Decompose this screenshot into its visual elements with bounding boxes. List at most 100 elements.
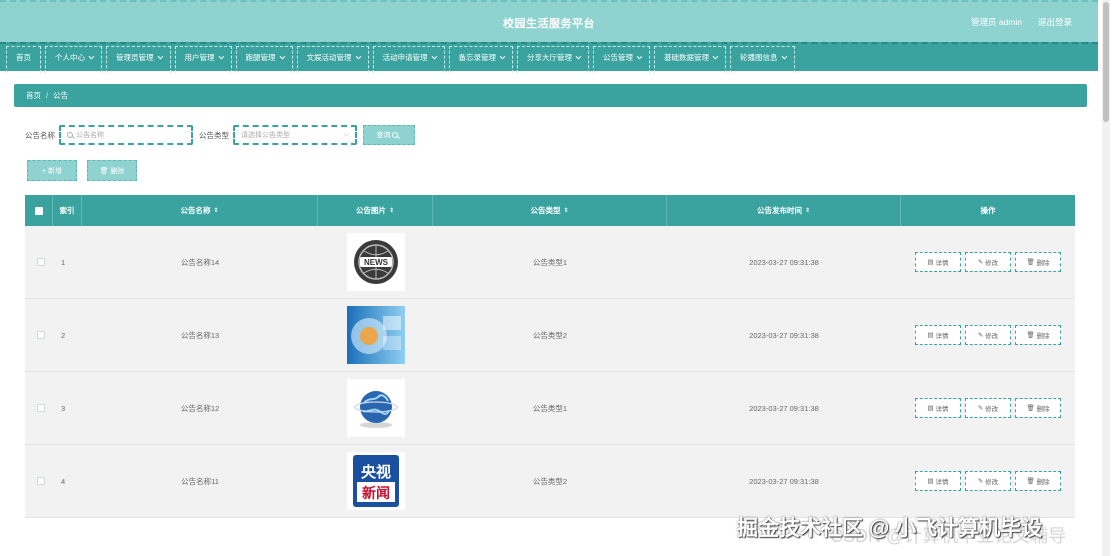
name-filter-label: 公告名称 [25, 130, 55, 140]
delete-button-label: 删除 [1036, 479, 1050, 486]
delete-button-label: 删除 [1036, 260, 1050, 267]
nav-item-label: 分享大厅管理 [527, 53, 572, 62]
row-type: 公告类型1 [532, 403, 568, 413]
row-checkbox[interactable] [37, 331, 45, 339]
edit-button-label: 修改 [985, 479, 999, 486]
col-image[interactable]: 公告图片 ⇕ [318, 195, 433, 226]
delete-button-label: 删除 [1036, 333, 1050, 340]
query-button-label: 查询 [376, 132, 391, 139]
detail-button[interactable]: ▤ 详情 [915, 325, 961, 345]
edit-button-label: 修改 [985, 260, 999, 267]
col-time-label: 公告发布时间 [756, 206, 802, 215]
nav-item[interactable]: 公告管理 [593, 46, 650, 73]
chevron-down-icon [355, 53, 361, 60]
add-button[interactable]: + 新增 [27, 160, 77, 181]
row-select-cell [25, 372, 53, 444]
row-index: 4 [61, 476, 66, 486]
bulk-delete-button[interactable]: 🗑 删除 [87, 160, 137, 181]
delete-button[interactable]: 🗑 删除 [1015, 471, 1061, 491]
chevron-down-icon [218, 53, 224, 60]
detail-button[interactable]: ▤ 详情 [915, 252, 961, 272]
nav-item-label: 备忘录管理 [458, 53, 497, 62]
pencil-icon: ✎ [977, 478, 984, 485]
breadcrumb-current: 公告 [53, 91, 69, 100]
blue-abstract-image [346, 306, 405, 364]
nav-item-label: 活动申请管理 [382, 53, 428, 62]
row-checkbox[interactable] [37, 258, 45, 266]
col-name-label: 公告名称 [180, 206, 211, 215]
col-time[interactable]: 公告发布时间 ⇕ [667, 195, 901, 226]
row-time: 2023-03-27 09:31:38 [749, 330, 819, 340]
edit-button[interactable]: ✎ 修改 [965, 398, 1011, 418]
row-operations: ▤ 详情 ✎ 修改 🗑 删除 [901, 372, 1075, 444]
row-select-cell [25, 299, 53, 371]
edit-button[interactable]: ✎ 修改 [965, 325, 1011, 345]
edit-button-label: 修改 [985, 406, 999, 413]
nav-item-label: 跑腿管理 [245, 53, 276, 62]
col-type[interactable]: 公告类型 ⇕ [433, 195, 667, 226]
delete-button[interactable]: 🗑 删除 [1015, 252, 1061, 272]
nav-item[interactable]: 跑腿管理 [235, 46, 293, 73]
row-time: 2023-03-27 09:31:38 [749, 403, 819, 413]
pencil-icon: ✎ [977, 332, 984, 339]
sort-icon: ⇕ [388, 208, 395, 214]
chevron-down-icon [712, 53, 719, 60]
nav-item[interactable]: 管理员管理 [106, 46, 171, 73]
detail-button[interactable]: ▤ 详情 [915, 398, 961, 418]
detail-button[interactable]: ▤ 详情 [915, 471, 961, 491]
nav-item[interactable]: 备忘录管理 [448, 46, 513, 73]
chevron-down-icon [88, 53, 95, 60]
delete-button[interactable]: 🗑 删除 [1015, 325, 1061, 345]
row-operations: ▤ 详情 ✎ 修改 🗑 删除 [901, 226, 1075, 298]
nav-item-label: 轮播图信息 [740, 53, 778, 62]
globe-image [346, 379, 405, 437]
breadcrumb: 首页 / 公告 [14, 84, 1087, 107]
edit-button-label: 修改 [985, 333, 999, 340]
table-header: 索引 公告名称 ⇕ 公告图片 ⇕ 公告类型 ⇕ 公告发布时间 ⇕ 操作 [25, 195, 1075, 226]
row-checkbox[interactable] [37, 477, 45, 485]
search-bar: 公告名称 公告名称 公告类型 请选择公告类型 ⌵ 查询 [25, 124, 415, 146]
trash-icon: 🗑 [1026, 259, 1035, 266]
col-name[interactable]: 公告名称 ⇕ [82, 195, 318, 226]
table-body: 1 公告名称14 NEWS 公告类型1 2023-03-27 09:31:38 ▤ 详情 ✎… [25, 226, 1075, 518]
row-select-cell [25, 445, 53, 517]
edit-button[interactable]: ✎ 修改 [965, 252, 1011, 272]
nav-item[interactable]: 基础数据管理 [654, 46, 726, 73]
svg-text:NEWS: NEWS [364, 258, 389, 267]
nav-item[interactable]: 文娱活动管理 [296, 46, 369, 73]
breadcrumb-home[interactable]: 首页 [26, 91, 41, 100]
type-select-placeholder: 请选择公告类型 [241, 132, 290, 139]
cctv-news-logo-image: 央视 新闻 [346, 452, 405, 510]
admin-label: 管理员 admin [970, 17, 1022, 27]
select-all-checkbox[interactable] [34, 206, 43, 215]
nav-item[interactable]: 个人中心 [45, 46, 102, 73]
nav-item[interactable]: 用户管理 [174, 46, 232, 73]
breadcrumb-separator: / [46, 91, 49, 100]
type-select[interactable]: 请选择公告类型 ⌵ [233, 125, 357, 145]
nav-item[interactable]: 轮播图信息 [730, 46, 795, 73]
name-search-input[interactable]: 公告名称 [59, 125, 193, 145]
nav-item[interactable]: 首页 [6, 46, 41, 73]
logout-link[interactable]: 退出登录 [1038, 16, 1072, 28]
nav-item[interactable]: 分享大厅管理 [517, 46, 589, 73]
row-image-cell: NEWS [318, 226, 433, 298]
nav-item-label: 文娱活动管理 [306, 53, 352, 62]
query-button[interactable]: 查询 [363, 125, 415, 145]
table-row: 1 公告名称14 NEWS 公告类型1 2023-03-27 09:31:38 ▤ 详情 ✎… [25, 226, 1075, 299]
main-nav: 首页 个人中心 管理员管理 用户管理 跑腿管理 文娱活动管理 活动申请管理 备忘录管理 分享大厅… [0, 42, 1098, 73]
table-row: 2 公告名称13 公告类型2 2023-03-27 09:31:38 ▤ 详情 ✎ 修改 🗑… [25, 299, 1075, 372]
row-index: 2 [61, 330, 66, 340]
nav-item-label: 基础数据管理 [664, 53, 709, 62]
app-title: 校园生活服务平台 [503, 18, 595, 30]
nav-item[interactable]: 活动申请管理 [372, 46, 445, 73]
page-scrollbar[interactable] [1102, 0, 1110, 556]
delete-button[interactable]: 🗑 删除 [1015, 398, 1061, 418]
chevron-down-icon [781, 53, 787, 60]
svg-text:央视: 央视 [360, 463, 390, 481]
select-all-cell [25, 195, 53, 226]
row-time: 2023-03-27 09:31:38 [749, 476, 819, 486]
scrollbar-thumb[interactable] [1103, 2, 1109, 122]
detail-button-label: 详情 [935, 333, 949, 340]
row-checkbox[interactable] [37, 404, 45, 412]
edit-button[interactable]: ✎ 修改 [965, 471, 1011, 491]
